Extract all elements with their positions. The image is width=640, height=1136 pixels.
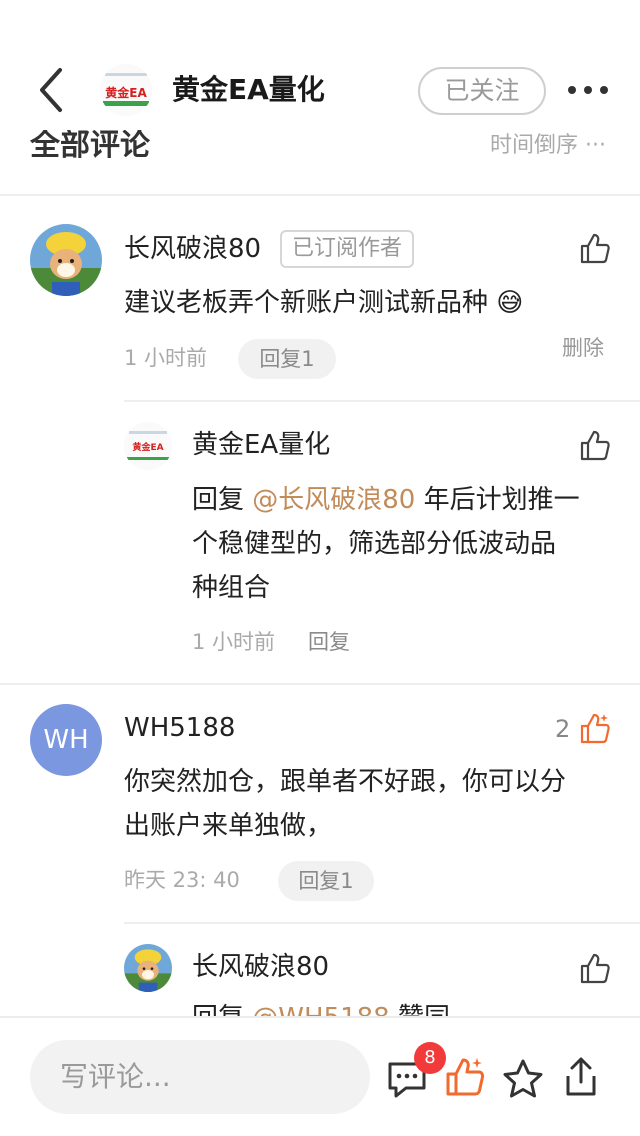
user-avatar[interactable]: [30, 224, 102, 296]
mention-link[interactable]: @长风破浪80: [252, 485, 415, 515]
comment-text: 建议老板弄个新账户测试新品种 😅: [124, 288, 524, 318]
comment-time: 昨天 23: 40: [124, 868, 240, 892]
reply-author[interactable]: 黄金EA量化: [192, 428, 330, 462]
author-avatar[interactable]: 黄金EA: [100, 64, 152, 116]
comment-count-badge: 8: [414, 1042, 446, 1074]
reply-button[interactable]: 回复: [308, 622, 350, 662]
sort-toggle[interactable]: 时间倒序 ···: [490, 126, 606, 166]
section-title: 全部评论: [30, 128, 150, 163]
divider: [124, 922, 640, 924]
like-icon[interactable]: [578, 429, 612, 463]
like-icon[interactable]: [578, 232, 612, 266]
reply-avatar[interactable]: [124, 944, 172, 992]
reply-prefix: 回复: [192, 1003, 252, 1016]
reply-text: 赞同: [390, 1003, 450, 1016]
dog-avatar-icon: [30, 224, 102, 296]
comment-list: 长风破浪80 已订阅作者 建议老板弄个新账户测试新品种 😅 1 小时前 回复 1 …: [0, 196, 640, 1016]
divider: [124, 400, 640, 402]
follow-button[interactable]: 已关注: [418, 67, 546, 115]
comment-author[interactable]: 长风破浪80: [124, 232, 261, 266]
like-icon[interactable]: [444, 1056, 486, 1098]
bottom-action-bar: 写评论... 8: [0, 1016, 640, 1136]
reply-text-line: 个稳健型的，筛选部分低波动品: [192, 529, 557, 559]
divider: [0, 683, 640, 685]
like-icon[interactable]: [578, 952, 612, 986]
user-avatar[interactable]: WH: [30, 704, 102, 776]
reply-author[interactable]: 长风破浪80: [192, 950, 329, 984]
like-count: 2: [555, 715, 571, 743]
reply-text-line: 回复 @长风破浪80 年后计划推一: [192, 478, 580, 522]
subscriber-badge: 已订阅作者: [280, 230, 415, 268]
comment-author[interactable]: WH5188: [124, 711, 235, 745]
star-icon[interactable]: [502, 1058, 544, 1100]
reply-avatar[interactable]: 黄金EA: [124, 422, 172, 470]
comments-section-header: 全部评论 时间倒序 ···: [0, 124, 640, 196]
reply-text: 年后计划推一: [415, 485, 580, 515]
back-arrow-icon[interactable]: [30, 66, 74, 114]
top-bar: 黄金EA 黄金EA量化 已关注: [0, 0, 640, 130]
more-icon[interactable]: [566, 80, 610, 100]
reply-time: 1 小时前: [192, 630, 276, 654]
comment-time: 1 小时前: [124, 346, 208, 370]
comment-input[interactable]: 写评论...: [30, 1040, 370, 1114]
comment-input-placeholder: 写评论...: [60, 1060, 171, 1093]
reply-prefix: 回复: [192, 485, 253, 515]
reply-text-line: 回复 @WH5188 赞同: [192, 996, 450, 1016]
comment-text: 你突然加仓，跟单者不好跟，你可以分: [124, 767, 567, 797]
author-name[interactable]: 黄金EA量化: [172, 72, 325, 108]
logo-text: 黄金EA: [105, 85, 147, 100]
logo-text: 黄金EA: [132, 443, 164, 454]
delete-button[interactable]: 删除: [562, 331, 604, 365]
liked-icon[interactable]: [578, 712, 612, 746]
mention-link[interactable]: @WH5188: [252, 1003, 389, 1016]
share-icon[interactable]: [560, 1056, 602, 1098]
comment-text: 出账户来单独做，: [124, 811, 333, 841]
reply-count-button[interactable]: 回复1: [238, 339, 336, 379]
dog-avatar-icon: [124, 944, 172, 992]
reply-text-line: 种组合: [192, 573, 271, 603]
reply-count-button[interactable]: 回复1: [278, 861, 374, 901]
